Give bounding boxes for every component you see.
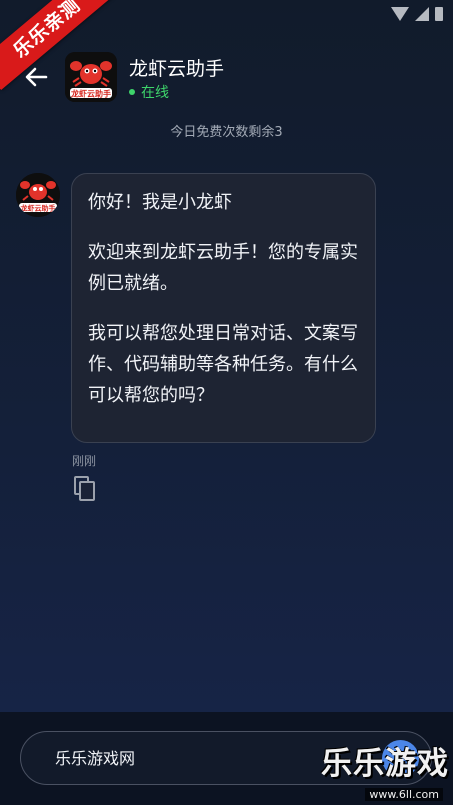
signal-icon	[415, 7, 429, 21]
composer-bar: 乐乐游戏网 乐乐游戏 www.6ll.com	[0, 712, 453, 805]
message-paragraph: 欢迎来到龙虾云助手！您的专属实例已就绪。	[88, 242, 358, 294]
wifi-icon	[391, 7, 409, 21]
bot-avatar: 龙虾云助手	[16, 173, 60, 217]
app-avatar: 龙虾云助手	[65, 52, 117, 102]
bot-message-bubble: 你好！我是小龙虾 欢迎来到龙虾云助手！您的专属实例已就绪。 我可以帮您处理日常对…	[71, 173, 376, 443]
watermark-url: www.6ll.com	[365, 788, 443, 801]
online-status-label: 在线	[141, 85, 169, 101]
watermark-logo: 乐乐游戏	[321, 746, 449, 782]
avatar-logo-text: 龙虾云助手	[70, 89, 111, 99]
message-paragraph: 我可以帮您处理日常对话、文案写作、代码辅助等各种任务。有什么可以帮您的吗？	[88, 323, 358, 406]
chat-header: 龙虾云助手 龙虾云助手 在线	[0, 45, 453, 115]
lobster-logo-icon: 龙虾云助手	[65, 52, 117, 102]
free-quota-notice: 今日免费次数剩余3	[170, 125, 283, 140]
app-name: 龙虾云助手	[129, 58, 225, 80]
online-dot-icon	[129, 89, 135, 95]
message-paragraph: 你好！我是小龙虾	[88, 192, 232, 213]
lobster-logo-icon: 龙虾云助手	[16, 173, 60, 217]
copy-message-button[interactable]	[74, 476, 96, 502]
copy-icon	[74, 476, 95, 501]
message-timestamp: 刚刚	[72, 454, 97, 468]
status-icons	[391, 7, 443, 21]
battery-icon	[435, 7, 443, 21]
bot-avatar-logo-text: 龙虾云助手	[20, 204, 56, 213]
online-status: 在线	[129, 82, 169, 102]
